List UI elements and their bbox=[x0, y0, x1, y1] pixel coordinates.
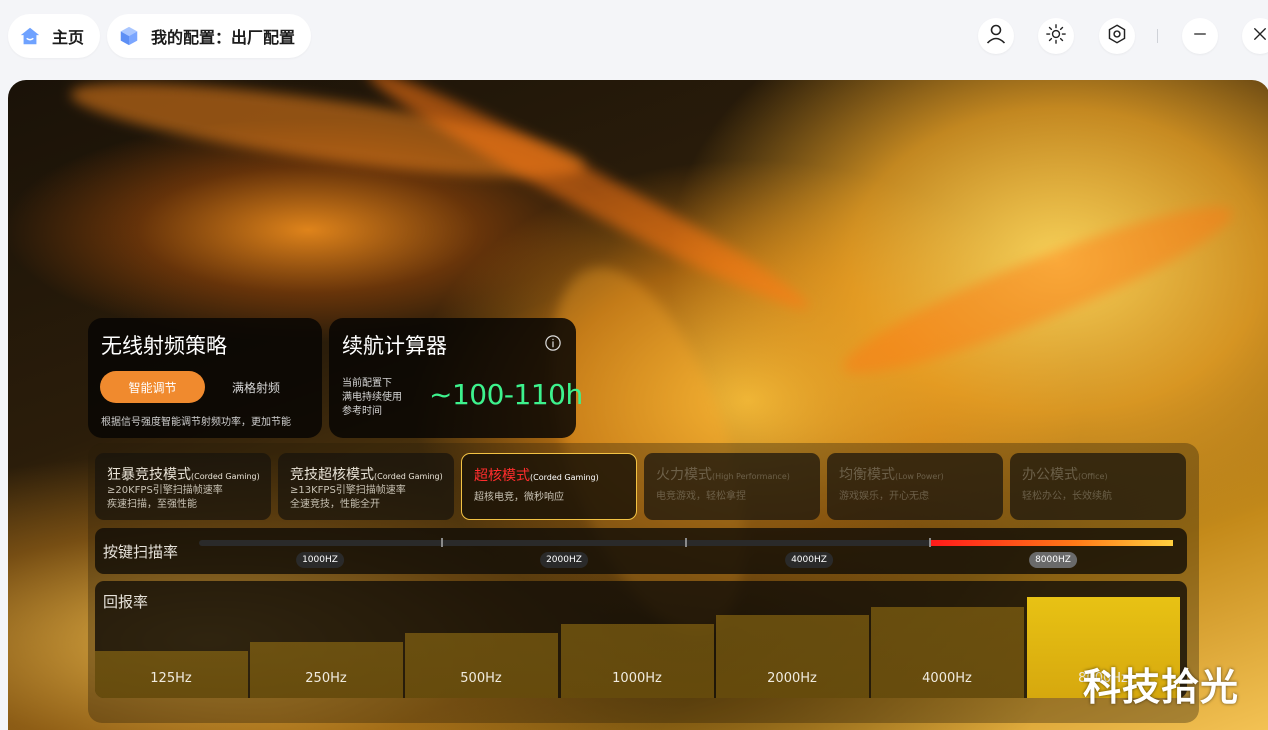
report-rate-text: 250Hz bbox=[305, 671, 347, 686]
mode-card-4[interactable]: 均衡模式(Low Power) 游戏娱乐，开心无虑 bbox=[827, 453, 1003, 520]
config-label: 我的配置：出厂配置 bbox=[151, 28, 296, 47]
close-button[interactable] bbox=[1242, 18, 1268, 54]
mode-desc: ≥13KFPS引擎扫描帧速率 bbox=[290, 485, 406, 496]
report-rate-row: 回报率 125Hz 250Hz 500Hz 1000Hz 2000Hz 4000… bbox=[95, 581, 1187, 698]
mode-desc: ≥20KFPS引擎扫描帧速率 bbox=[107, 485, 223, 496]
battery-caption-line: 满电持续使用 bbox=[342, 392, 402, 403]
battery-calculator-card: 续航计算器 当前配置下 满电持续使用 参考时间 ~100-110h bbox=[329, 318, 583, 438]
mode-title: 竞技超核模式(Corded Gaming) bbox=[290, 467, 443, 483]
rf-strategy-title: 无线射频策略 bbox=[101, 334, 227, 358]
mode-title: 超核模式(Corded Gaming) bbox=[474, 468, 599, 484]
user-button[interactable] bbox=[978, 18, 1014, 54]
mode-title: 狂暴竞技模式(Corded Gaming) bbox=[107, 467, 260, 483]
report-rate-option-250[interactable] bbox=[250, 642, 403, 698]
watermark-text: 科技拾光 bbox=[1083, 665, 1240, 709]
mode-desc: 疾速扫描，至强性能 bbox=[107, 499, 197, 510]
mode-desc: 电竞游戏，轻松拿捏 bbox=[656, 491, 746, 502]
minimize-button[interactable] bbox=[1182, 18, 1218, 54]
toolbar-divider bbox=[1157, 29, 1158, 43]
report-rate-text: 2000Hz bbox=[767, 671, 817, 686]
mode-card-5[interactable]: 办公模式(Office) 轻松办公，长效续航 bbox=[1010, 453, 1186, 520]
battery-caption-line: 当前配置下 bbox=[342, 378, 392, 389]
report-rate-text: 500Hz bbox=[460, 671, 502, 686]
mode-title: 办公模式(Office) bbox=[1022, 467, 1108, 483]
user-icon bbox=[984, 22, 1008, 50]
battery-caption: 当前配置下 满电持续使用 参考时间 bbox=[342, 377, 402, 419]
cube-icon bbox=[117, 24, 141, 48]
mode-desc: 轻松办公，长效续航 bbox=[1022, 491, 1112, 502]
home-button[interactable]: 主页 bbox=[8, 14, 101, 58]
rf-strategy-card: 无线射频策略 智能调节 满格射频 根据信号强度智能调节射频功率，更加节能 bbox=[88, 318, 322, 438]
key-scan-rate-row: 按键扫描率 1000HZ 2000HZ 4000HZ 8000HZ bbox=[95, 528, 1187, 574]
mode-card-2-selected[interactable]: 超核模式(Corded Gaming) 超核电竞，微秒响应 bbox=[461, 453, 637, 520]
scan-rate-slider-fill bbox=[930, 540, 1173, 546]
brightness-button[interactable] bbox=[1038, 18, 1074, 54]
smart-adjust-option[interactable]: 智能调节 bbox=[100, 371, 205, 403]
battery-caption-line: 参考时间 bbox=[342, 406, 382, 417]
mode-card-1[interactable]: 竞技超核模式(Corded Gaming) ≥13KFPS引擎扫描帧速率 全速竞… bbox=[278, 453, 454, 520]
mode-card-3[interactable]: 火力模式(High Performance) 电竞游戏，轻松拿捏 bbox=[644, 453, 820, 520]
info-icon[interactable] bbox=[544, 334, 562, 356]
rf-strategy-description: 根据信号强度智能调节射频功率，更加节能 bbox=[101, 417, 291, 428]
close-icon bbox=[1251, 25, 1268, 47]
home-label: 主页 bbox=[52, 28, 85, 47]
report-rate-label: 回报率 bbox=[103, 593, 149, 611]
report-rate-text: 4000Hz bbox=[922, 671, 972, 686]
report-rate-text: 1000Hz bbox=[612, 671, 662, 686]
battery-value: ~100-110h bbox=[429, 378, 583, 411]
report-rate-text: 125Hz bbox=[150, 671, 192, 686]
report-rate-option-1000[interactable] bbox=[561, 624, 714, 698]
mode-title: 火力模式(High Performance) bbox=[656, 467, 790, 483]
scan-rate-tick bbox=[441, 538, 443, 547]
mode-desc: 游戏娱乐，开心无虑 bbox=[839, 491, 929, 502]
minimize-icon bbox=[1191, 25, 1209, 47]
scan-rate-tick bbox=[685, 538, 687, 547]
scan-rate-option-2000[interactable]: 2000HZ bbox=[540, 552, 588, 568]
brightness-icon bbox=[1045, 23, 1067, 49]
mode-desc: 全速竞技，性能全开 bbox=[290, 499, 380, 510]
scan-rate-option-4000[interactable]: 4000HZ bbox=[785, 552, 833, 568]
scan-rate-tick bbox=[929, 538, 931, 547]
scan-rate-option-1000[interactable]: 1000HZ bbox=[296, 552, 344, 568]
top-bar: 主页 我的配置：出厂配置 bbox=[0, 0, 1268, 72]
config-button[interactable]: 我的配置：出厂配置 bbox=[107, 14, 312, 58]
report-rate-option-500[interactable] bbox=[405, 633, 558, 698]
settings-icon bbox=[1106, 23, 1128, 49]
light-streak bbox=[832, 183, 1244, 397]
scan-rate-label: 按键扫描率 bbox=[103, 543, 179, 561]
mode-selector: 狂暴竞技模式(Corded Gaming) ≥20KFPS引擎扫描帧速率 疾速扫… bbox=[95, 453, 1187, 520]
full-power-option[interactable]: 满格射频 bbox=[216, 371, 296, 403]
scan-rate-option-8000[interactable]: 8000HZ bbox=[1029, 552, 1077, 568]
mode-desc: 超核电竞，微秒响应 bbox=[474, 492, 564, 503]
battery-title: 续航计算器 bbox=[342, 334, 447, 358]
mode-title: 均衡模式(Low Power) bbox=[839, 467, 944, 483]
mode-card-0[interactable]: 狂暴竞技模式(Corded Gaming) ≥20KFPS引擎扫描帧速率 疾速扫… bbox=[95, 453, 271, 520]
home-icon bbox=[18, 24, 42, 48]
settings-button[interactable] bbox=[1099, 18, 1135, 54]
